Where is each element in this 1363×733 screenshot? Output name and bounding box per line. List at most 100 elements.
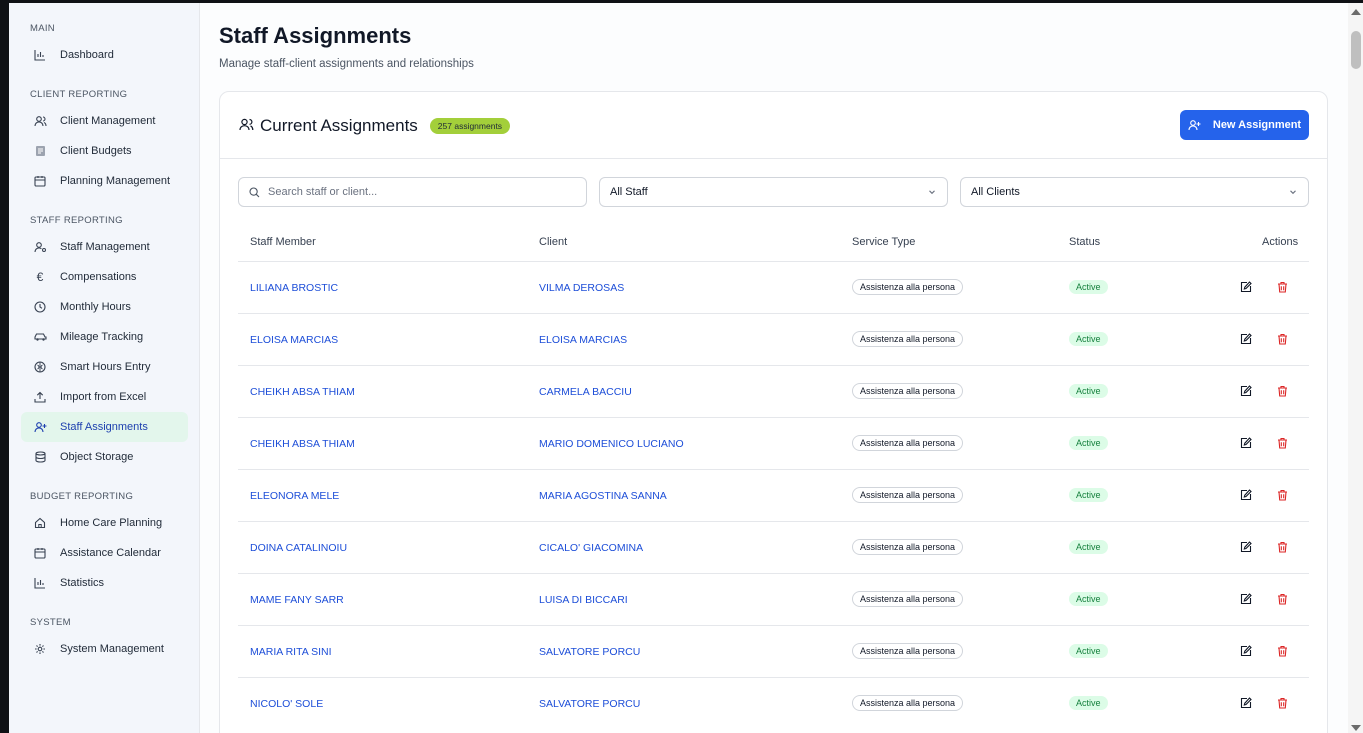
delete-icon[interactable] [1275, 488, 1289, 502]
sidebar-item-system-management[interactable]: System Management [21, 634, 188, 664]
sidebar-item-mileage-tracking[interactable]: Mileage Tracking [21, 322, 188, 352]
euro-icon: € [36, 270, 44, 284]
service-type-badge: Assistenza alla persona [852, 279, 964, 295]
brain-icon [33, 360, 47, 374]
edit-icon[interactable] [1239, 384, 1253, 398]
staff-member-link[interactable]: LILIANA BROSTIC [250, 282, 338, 294]
sidebar-item-label: Staff Assignments [60, 421, 148, 433]
edit-icon[interactable] [1239, 332, 1253, 346]
edit-icon[interactable] [1239, 540, 1253, 554]
table-row: ELOISA MARCIAS ELOISA MARCIAS Assistenza a… [238, 313, 1309, 365]
column-header-staff: Staff Member [250, 236, 316, 248]
staff-filter-select[interactable]: All Staff [599, 177, 948, 207]
delete-icon[interactable] [1275, 540, 1289, 554]
sidebar-item-label: Statistics [60, 577, 105, 589]
section-title-client-reporting: CLIENT REPORTING [30, 89, 128, 100]
sidebar-item-label: Monthly Hours [60, 301, 131, 313]
delete-icon[interactable] [1275, 592, 1289, 606]
search-box[interactable] [238, 177, 587, 207]
edit-icon[interactable] [1239, 488, 1253, 502]
scrollbar[interactable] [1348, 3, 1363, 733]
staff-member-link[interactable]: ELOISA MARCIAS [250, 334, 338, 346]
service-type-badge: Assistenza alla persona [852, 539, 964, 555]
section-title-main: MAIN [30, 23, 55, 34]
client-link[interactable]: MARIA AGOSTINA SANNA [539, 490, 667, 502]
sidebar-item-staff-management[interactable]: Staff Management [21, 232, 188, 262]
sidebar-item-label: Planning Management [60, 175, 171, 187]
table-row: ELEONORA MELE MARIA AGOSTINA SANNA Assiste… [238, 469, 1309, 521]
staff-member-link[interactable]: ELEONORA MELE [250, 490, 339, 502]
scroll-down-arrow[interactable] [1351, 725, 1361, 731]
gear-icon [33, 642, 47, 656]
client-link[interactable]: ELOISA MARCIAS [539, 334, 627, 346]
user-plus-icon [1188, 119, 1201, 131]
new-assignment-button[interactable]: New Assignment [1180, 110, 1309, 140]
card-header: Current Assignments 257 assignments New … [220, 92, 1327, 159]
edit-icon[interactable] [1239, 592, 1253, 606]
sidebar-item-client-management[interactable]: Client Management [21, 106, 188, 136]
sidebar-item-label: Staff Management [60, 241, 150, 253]
table-row: MARIA RITA SINI SALVATORE PORCU Assistenza… [238, 625, 1309, 677]
delete-icon[interactable] [1275, 280, 1289, 294]
client-link[interactable]: SALVATORE PORCU [539, 698, 640, 710]
status-badge: Active [1069, 332, 1108, 346]
staff-member-link[interactable]: DOINA CATALINOIU [250, 542, 347, 554]
sidebar-item-label: Smart Hours Entry [60, 361, 151, 373]
sidebar-item-assistance-calendar[interactable]: Assistance Calendar [21, 538, 188, 568]
search-input[interactable] [268, 186, 568, 198]
clipboard-icon [33, 144, 47, 158]
client-link[interactable]: CARMELA BACCIU [539, 386, 632, 398]
table-row: MAME FANY SARR LUISA DI BICCARI Assistenza… [238, 573, 1309, 625]
table-row: NICOLO' SOLE SALVATORE PORCU Assistenza al… [238, 677, 1309, 729]
sidebar-item-label: Client Budgets [60, 145, 132, 157]
sidebar-item-staff-assignments[interactable]: Staff Assignments [21, 412, 188, 442]
delete-icon[interactable] [1275, 332, 1289, 346]
scroll-up-arrow[interactable] [1351, 9, 1361, 15]
sidebar-item-statistics[interactable]: Statistics [21, 568, 188, 598]
assignments-card: Current Assignments 257 assignments New … [219, 91, 1328, 733]
sidebar-item-object-storage[interactable]: Object Storage [21, 442, 188, 472]
section-title-system: SYSTEM [30, 617, 71, 628]
status-badge: Active [1069, 644, 1108, 658]
chevron-down-icon [1288, 187, 1298, 200]
scroll-thumb[interactable] [1351, 31, 1361, 69]
service-type-badge: Assistenza alla persona [852, 695, 964, 711]
sidebar-item-home-care-planning[interactable]: Home Care Planning [21, 508, 188, 538]
staff-member-link[interactable]: CHEIKH ABSA THIAM [250, 438, 355, 450]
count-badge: 257 assignments [429, 118, 511, 134]
sidebar-item-label: System Management [60, 643, 164, 655]
client-filter-select[interactable]: All Clients [960, 177, 1309, 207]
service-type-badge: Assistenza alla persona [852, 487, 964, 503]
delete-icon[interactable] [1275, 644, 1289, 658]
sidebar-item-dashboard[interactable]: Dashboard [21, 40, 188, 70]
user-cog-icon [33, 240, 47, 254]
section-title-staff-reporting: STAFF REPORTING [30, 215, 123, 226]
staff-member-link[interactable]: CHEIKH ABSA THIAM [250, 386, 355, 398]
client-link[interactable]: LUISA DI BICCARI [539, 594, 628, 606]
delete-icon[interactable] [1275, 436, 1289, 450]
sidebar-item-import-from-excel[interactable]: Import from Excel [21, 382, 188, 412]
client-link[interactable]: CICALO' GIACOMINA [539, 542, 643, 554]
client-link[interactable]: VILMA DEROSAS [539, 282, 624, 294]
sidebar-item-monthly-hours[interactable]: Monthly Hours [21, 292, 188, 322]
sidebar-item-client-budgets[interactable]: Client Budgets [21, 136, 188, 166]
client-link[interactable]: MARIO DOMENICO LUCIANO [539, 438, 684, 450]
staff-member-link[interactable]: MAME FANY SARR [250, 594, 344, 606]
users-icon [239, 118, 254, 134]
client-link[interactable]: SALVATORE PORCU [539, 646, 640, 658]
staff-member-link[interactable]: MARIA RITA SINI [250, 646, 332, 658]
sidebar-item-smart-hours-entry[interactable]: Smart Hours Entry [21, 352, 188, 382]
table-row: CHEIKH ABSA THIAM MARIO DOMENICO LUCIANO A… [238, 417, 1309, 469]
edit-icon[interactable] [1239, 436, 1253, 450]
home-icon [33, 516, 47, 530]
edit-icon[interactable] [1239, 696, 1253, 710]
edit-icon[interactable] [1239, 644, 1253, 658]
sidebar-item-compensations[interactable]: € Compensations [21, 262, 188, 292]
service-type-badge: Assistenza alla persona [852, 435, 964, 451]
delete-icon[interactable] [1275, 696, 1289, 710]
delete-icon[interactable] [1275, 384, 1289, 398]
edit-icon[interactable] [1239, 280, 1253, 294]
staff-member-link[interactable]: NICOLO' SOLE [250, 698, 323, 710]
sidebar-item-label: Dashboard [60, 49, 114, 61]
sidebar-item-planning-management[interactable]: Planning Management [21, 166, 188, 196]
